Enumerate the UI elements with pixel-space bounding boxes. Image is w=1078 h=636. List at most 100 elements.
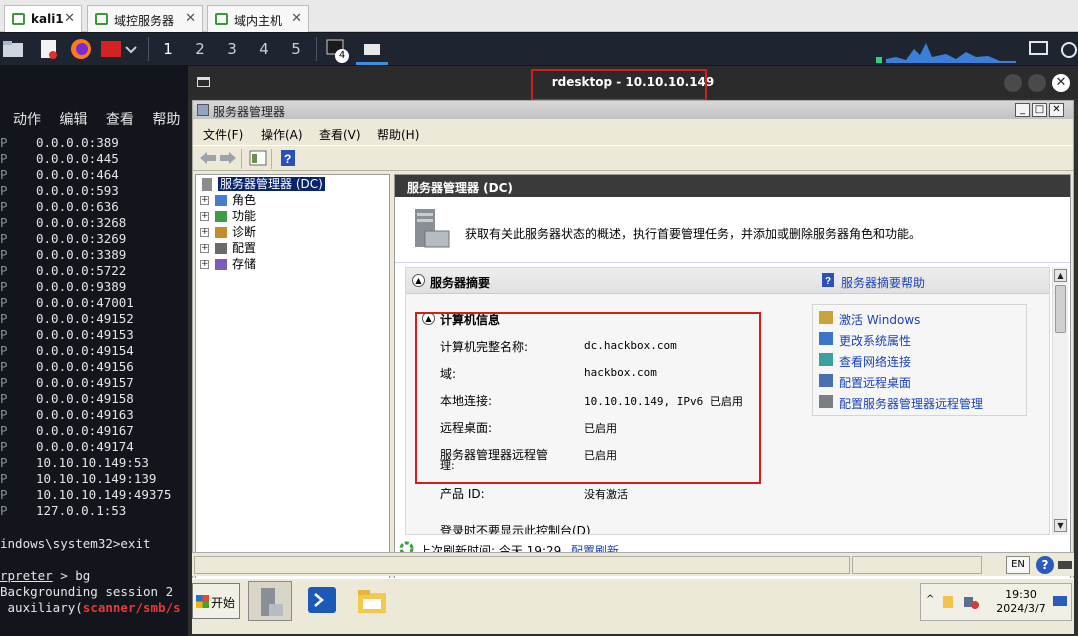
listen-address: 0.0.0.0:3389 [36, 247, 127, 262]
windows-taskbar: 开始 ^ 19:30 2024/3/7 [192, 578, 1074, 634]
forward-arrow-icon[interactable] [219, 150, 237, 166]
menu-item-edit[interactable]: 编辑 [59, 112, 87, 128]
show-hidden-icons-button[interactable]: ^ [926, 594, 934, 605]
scroll-up-button[interactable]: ▲ [1054, 269, 1067, 282]
menu-action[interactable]: 操作(A) [261, 126, 303, 143]
expand-icon[interactable]: + [200, 212, 209, 221]
back-arrow-icon[interactable] [199, 150, 217, 166]
tree-item[interactable]: + 角色 [200, 193, 256, 209]
taskbar-explorer[interactable] [350, 581, 394, 621]
workspace-4[interactable]: 4 [254, 40, 274, 58]
window-task-icon[interactable] [361, 38, 383, 60]
separator [241, 149, 242, 169]
taskbar-powershell[interactable] [300, 581, 344, 621]
info-label: 产品 ID: [440, 487, 485, 501]
listen-address: 0.0.0.0:47001 [36, 295, 134, 310]
red-app-icon[interactable] [100, 38, 122, 60]
aux-module: scanner/smb/s [82, 600, 181, 615]
start-button[interactable]: 开始 [192, 583, 240, 619]
language-indicator[interactable]: EN [1006, 556, 1030, 574]
protocol-cutoff: P [0, 151, 8, 166]
task-link[interactable]: 配置远程桌面 [839, 374, 911, 391]
display-icon[interactable] [1028, 38, 1050, 60]
expand-icon[interactable]: + [200, 196, 209, 205]
workspace-2[interactable]: 2 [190, 40, 210, 58]
listen-address: 0.0.0.0:49152 [36, 311, 134, 326]
scroll-thumb[interactable] [1055, 285, 1066, 333]
terminal-task-button[interactable]: 4 [326, 38, 349, 63]
server-summary-help-link[interactable]: 服务器摘要帮助 [841, 274, 925, 291]
keyboard-icon[interactable] [1058, 558, 1072, 572]
sm-close-button[interactable]: ✕ [1049, 103, 1064, 117]
terminal-window[interactable]: 动作 编辑 查看 帮助 P 0.0.0.0:389 P 0.0.0.0:445 P 0.0… [0, 65, 190, 636]
listen-address: 0.0.0.0:49157 [36, 375, 134, 390]
menu-help[interactable]: 帮助(H) [377, 126, 419, 143]
menu-file[interactable]: 文件(F) [203, 126, 243, 143]
task-icon [819, 374, 833, 387]
vm-tab-dc[interactable]: 域控服务器 ✕ [87, 5, 203, 32]
vertical-scrollbar[interactable]: ▲ ▼ [1052, 267, 1068, 535]
show-desktop-icon[interactable] [1053, 596, 1067, 608]
terminal-bg-line: rpreter > bg [0, 568, 90, 584]
tree-item[interactable]: + 功能 [200, 209, 256, 225]
prompt-prefix: rpreter [0, 568, 53, 583]
listen-address: 0.0.0.0:49174 [36, 439, 134, 454]
menu-item-help[interactable]: 帮助 [152, 112, 180, 128]
expand-icon[interactable]: + [200, 260, 209, 269]
show-hide-tree-icon[interactable] [249, 150, 267, 166]
protocol-cutoff: P [0, 263, 8, 278]
protocol-cutoff: P [0, 471, 8, 486]
menu-item-view[interactable]: 查看 [106, 112, 134, 128]
network-warning-icon[interactable] [963, 594, 979, 610]
vm-tab-host[interactable]: 域内主机 ✕ [207, 5, 309, 32]
close-button[interactable]: ✕ [1052, 74, 1070, 92]
listen-address: 0.0.0.0:464 [36, 167, 119, 182]
firefox-icon[interactable] [70, 38, 92, 60]
close-icon[interactable]: ✕ [291, 11, 302, 26]
tree-item[interactable]: + 诊断 [200, 225, 256, 241]
task-icon [819, 395, 833, 408]
listen-address: 0.0.0.0:49163 [36, 407, 134, 422]
maximize-button[interactable] [1028, 74, 1046, 92]
help-icon[interactable]: ? [279, 150, 297, 166]
server-manager-icon [197, 104, 209, 116]
taskbar-server-manager[interactable] [248, 581, 292, 621]
workspace-5[interactable]: 5 [286, 40, 306, 58]
text-editor-icon[interactable] [38, 38, 60, 60]
expand-icon[interactable]: + [200, 228, 209, 237]
tree-item-root[interactable]: 服务器管理器 (DC) [200, 177, 325, 193]
protocol-cutoff: P [0, 391, 8, 406]
task-link[interactable]: 更改系统属性 [839, 332, 911, 349]
close-icon[interactable]: ✕ [185, 11, 196, 26]
folder-icon [358, 590, 386, 613]
collapse-icon[interactable]: ▲ [412, 274, 425, 287]
task-link[interactable]: 查看网络连接 [839, 353, 911, 370]
sm-minimize-button[interactable]: _ [1015, 103, 1030, 117]
file-manager-icon[interactable] [2, 38, 24, 60]
minimize-button[interactable] [1004, 74, 1022, 92]
chevron-down-icon[interactable] [124, 38, 138, 60]
cutoff-checkbox-label[interactable]: 登录时不要显示此控制台(D) [440, 522, 591, 534]
sm-maximize-button[interactable]: □ [1032, 103, 1047, 117]
task-link[interactable]: 激活 Windows [839, 311, 920, 328]
tree-item[interactable]: + 配置 [200, 241, 256, 257]
clock-date: 2024/3/7 [996, 602, 1046, 615]
close-icon[interactable]: ✕ [64, 11, 75, 26]
task-link[interactable]: 配置服务器管理器远程管理 [839, 395, 983, 412]
menu-item-action[interactable]: 动作 [13, 112, 41, 128]
listen-address: 0.0.0.0:49153 [36, 327, 134, 342]
tree-item[interactable]: + 存储 [200, 257, 256, 273]
protocol-cutoff: P [0, 247, 8, 262]
scroll-down-button[interactable]: ▼ [1054, 519, 1067, 532]
workspace-1[interactable]: 1 [158, 40, 178, 58]
workspace-3[interactable]: 3 [222, 40, 242, 58]
menu-view[interactable]: 查看(V) [319, 126, 361, 143]
power-icon[interactable] [1058, 38, 1078, 60]
flag-warning-icon[interactable] [941, 594, 957, 610]
clock[interactable]: 19:30 2024/3/7 [995, 588, 1047, 616]
vm-tab-kali1[interactable]: kali1 ✕ [4, 5, 82, 32]
protocol-cutoff: P [0, 295, 8, 310]
help-icon[interactable]: ? [1036, 556, 1054, 574]
expand-icon[interactable]: + [200, 244, 209, 253]
sm-menubar: 文件(F) 操作(A) 查看(V) 帮助(H) [193, 122, 1073, 144]
